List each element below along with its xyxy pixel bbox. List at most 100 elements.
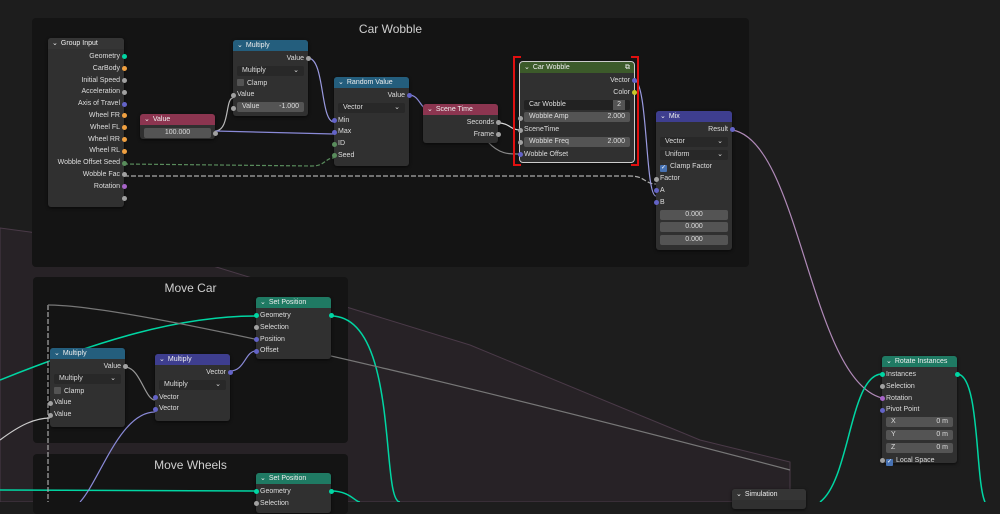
dropdown-vector[interactable]: Vector ⌄ [338, 102, 405, 113]
checkbox[interactable]: ✓ [886, 458, 893, 466]
chevron-down-icon[interactable]: ⌄ [52, 40, 58, 47]
socket[interactable] [331, 117, 337, 123]
node-header[interactable]: ⌄ Value [140, 114, 215, 125]
socket[interactable] [121, 113, 127, 119]
checkbox[interactable] [237, 78, 244, 86]
node-group-input[interactable]: ⌄ Group Input Geometry CarBody Initial Speed… [48, 38, 127, 207]
chevron-down-icon[interactable]: ⌄ [54, 350, 60, 357]
socket[interactable] [121, 54, 127, 60]
node-header[interactable]: ⌄ Random Value [334, 77, 409, 88]
socket[interactable] [331, 153, 337, 159]
number-field[interactable]: Z 0 m [886, 442, 953, 453]
node-set-position-wheels[interactable]: ⌄ Set Position Geometry Selection [253, 473, 334, 513]
node-set-position-car[interactable]: ⌄ Set Position Geometry Selection Position Of… [253, 297, 334, 359]
checkbox[interactable]: ✓ [660, 165, 667, 173]
socket[interactable] [331, 141, 337, 147]
node-header[interactable]: ⌄ Mix [656, 111, 732, 122]
number-field[interactable]: Wobble Freq 2.000 [524, 136, 630, 147]
socket[interactable] [879, 384, 885, 390]
socket[interactable] [305, 56, 311, 62]
number-field[interactable]: Wobble Amp 2.000 [524, 112, 630, 123]
node-header[interactable]: ⌄ Car Wobble ⧉ [520, 62, 634, 73]
node-header[interactable]: ⌄ Set Position [256, 297, 331, 308]
node-multiply-vector[interactable]: ⌄ Multiply Vector Multiply ⌄ Vector Vector [152, 354, 233, 421]
socket[interactable] [230, 105, 236, 111]
number-field[interactable]: 100.000 [144, 128, 211, 138]
node-header[interactable]: ⌄ Rotate Instances [882, 356, 957, 367]
socket[interactable] [653, 200, 659, 206]
node-random-value[interactable]: ⌄ Random Value Value Vector ⌄ Min Max ID Seed [331, 77, 412, 166]
socket[interactable] [230, 92, 236, 98]
number-field[interactable]: Y 0 m [886, 429, 953, 440]
socket[interactable] [879, 372, 885, 378]
socket[interactable] [495, 120, 501, 126]
socket[interactable] [122, 364, 128, 370]
socket[interactable] [121, 184, 127, 190]
socket[interactable] [121, 66, 127, 72]
node-scene-time[interactable]: ⌄ Scene Time Seconds Frame [423, 104, 501, 143]
socket[interactable] [121, 136, 127, 142]
socket[interactable] [406, 93, 412, 99]
number-field[interactable]: 0.000 [660, 222, 728, 233]
node-header[interactable]: ⌄ Group Input [48, 38, 124, 49]
chevron-down-icon[interactable]: ⌄ [144, 116, 150, 123]
chevron-down-icon[interactable]: ⌄ [886, 358, 892, 365]
socket[interactable] [253, 489, 259, 495]
chevron-down-icon[interactable]: ⌄ [237, 42, 243, 49]
socket[interactable] [331, 129, 337, 135]
socket[interactable] [212, 131, 218, 137]
dropdown-multiply[interactable]: Multiply ⌄ [159, 379, 226, 390]
chevron-down-icon[interactable]: ⌄ [260, 299, 266, 306]
node-rotate-instances[interactable]: ⌄ Rotate Instances Instances Selection Rotat… [879, 356, 960, 466]
node-header[interactable]: ⌄ Set Position [256, 473, 331, 484]
node-simulation[interactable]: ⌄ Simulation [732, 489, 806, 509]
number-field[interactable]: Value -1.000 [237, 102, 304, 113]
socket[interactable] [879, 407, 885, 413]
node-car-wobble[interactable]: ⌄ Car Wobble ⧉ Vector Color Car Wobble 2 Wobble… [517, 61, 637, 163]
checkbox[interactable] [54, 386, 61, 394]
node-multiply-left[interactable]: ⌄ Multiply Value Multiply ⌄ Clamp Value Value [47, 348, 128, 427]
node-value[interactable]: ⌄ Value 100.000 [140, 114, 218, 139]
chevron-down-icon[interactable]: ⌄ [660, 113, 666, 120]
socket[interactable] [495, 132, 501, 138]
dropdown-vector[interactable]: Vector ⌄ [660, 136, 728, 147]
socket[interactable] [121, 172, 127, 178]
socket[interactable] [879, 395, 885, 401]
node-header[interactable]: ⌄ Multiply [155, 354, 230, 365]
socket[interactable] [121, 195, 127, 201]
chevron-down-icon[interactable]: ⌄ [159, 356, 165, 363]
chevron-down-icon[interactable]: ⌄ [338, 79, 344, 86]
socket[interactable] [879, 457, 885, 463]
node-header[interactable]: ⌄ Multiply [233, 40, 308, 51]
socket[interactable] [328, 313, 334, 319]
socket[interactable] [227, 370, 233, 376]
dropdown-uniform[interactable]: Uniform ⌄ [660, 149, 728, 160]
node-multiply-top[interactable]: ⌄ Multiply Value Multiply ⌄ Clamp Value Value -1… [230, 40, 311, 116]
chevron-down-icon[interactable]: ⌄ [524, 64, 530, 71]
node-mix[interactable]: ⌄ Mix Result Vector ⌄ Uniform ⌄ ✓ Clamp Factor Fa… [653, 111, 735, 250]
chevron-down-icon[interactable]: ⌄ [260, 475, 266, 482]
socket[interactable] [253, 336, 259, 342]
socket[interactable] [121, 160, 127, 166]
socket[interactable] [253, 348, 259, 354]
number-field[interactable]: 0.000 [660, 235, 728, 246]
socket[interactable] [653, 188, 659, 194]
socket[interactable] [954, 372, 960, 378]
number-field[interactable]: 0.000 [660, 209, 728, 220]
socket[interactable] [152, 406, 158, 412]
chevron-down-icon[interactable]: ⌄ [427, 106, 433, 113]
socket[interactable] [121, 101, 127, 107]
socket[interactable] [121, 89, 127, 95]
node-group-selector[interactable]: Car Wobble 2 [524, 99, 630, 110]
socket[interactable] [328, 489, 334, 495]
dropdown-multiply[interactable]: Multiply ⌄ [54, 373, 121, 384]
socket[interactable] [121, 148, 127, 154]
socket[interactable] [121, 125, 127, 131]
node-header[interactable]: ⌄ Scene Time [423, 104, 498, 115]
socket[interactable] [253, 313, 259, 319]
socket[interactable] [152, 394, 158, 400]
socket[interactable] [253, 325, 259, 331]
node-header[interactable]: ⌄ Multiply [50, 348, 125, 359]
socket[interactable] [121, 77, 127, 83]
socket[interactable] [729, 127, 735, 133]
